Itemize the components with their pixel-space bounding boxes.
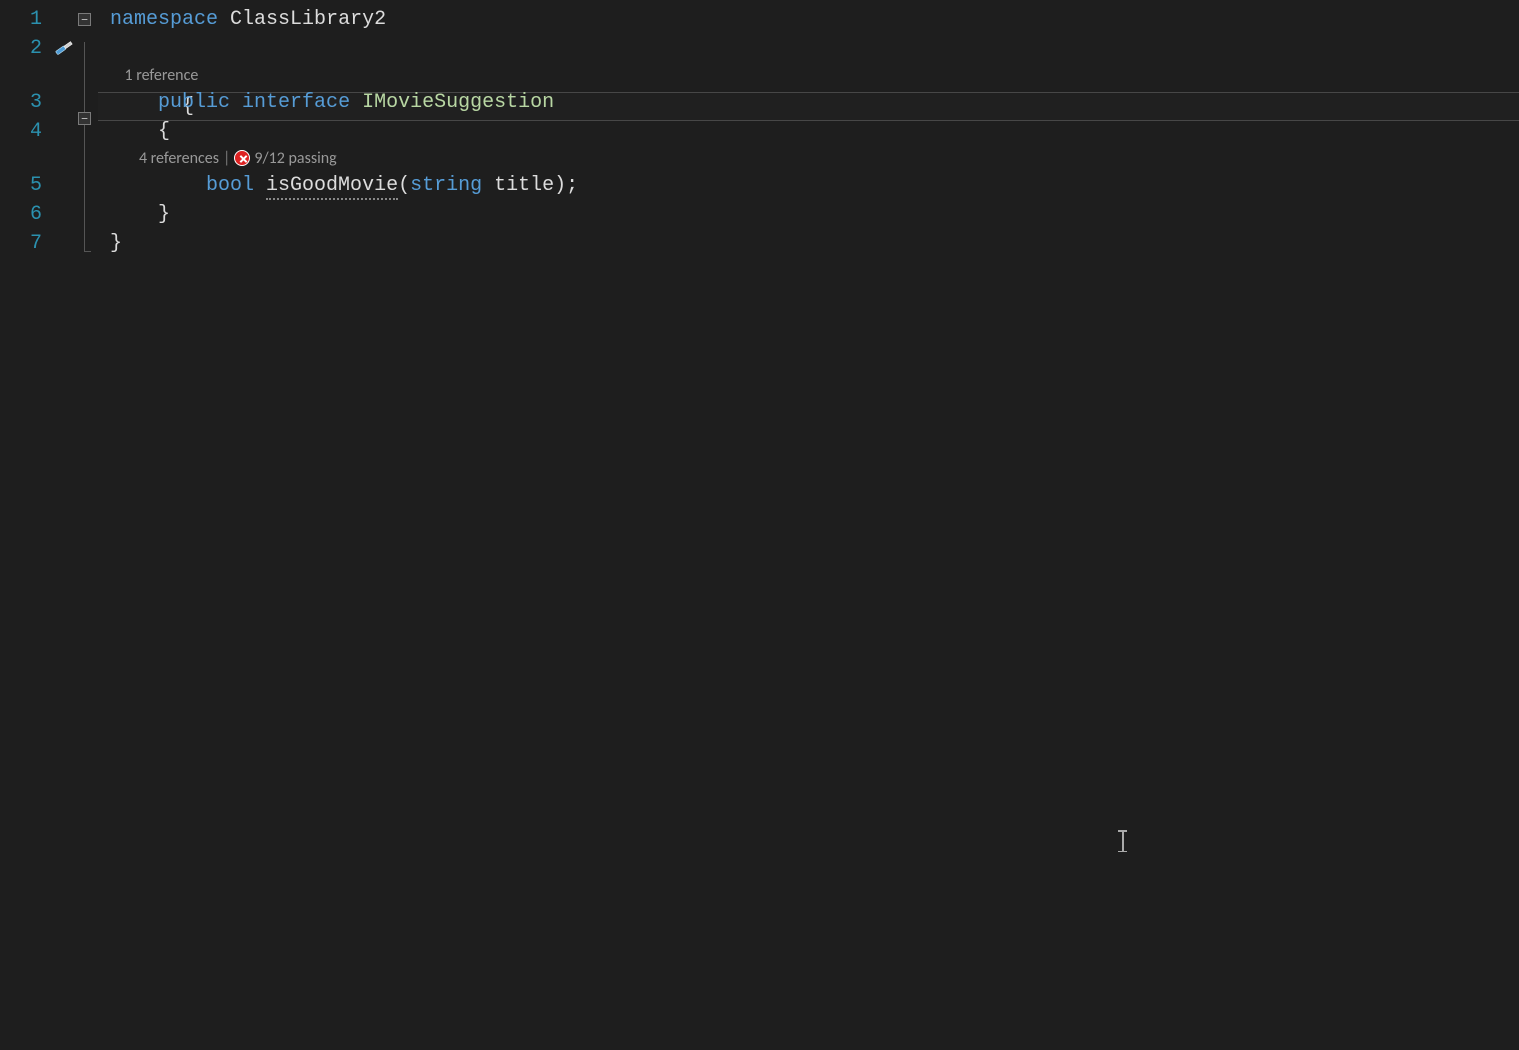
code-editor[interactable]: 1 2 3 4 5 6 7 − −	[0, 0, 1519, 1050]
line-number: 1	[0, 5, 78, 34]
outlining-margin: − −	[78, 0, 98, 1050]
test-fail-icon	[234, 150, 250, 166]
code-line[interactable]: public interface IMovieSuggestion	[98, 88, 1519, 117]
line-number: 7	[0, 229, 78, 258]
line-number: 2	[0, 34, 78, 63]
code-line[interactable]: }	[98, 200, 1519, 229]
brace: {	[158, 120, 170, 143]
punct: );	[554, 174, 578, 197]
codelens-indicator[interactable]: 1 reference	[98, 63, 1519, 88]
keyword: interface	[242, 91, 350, 114]
codelens-references[interactable]: 4 references	[139, 149, 219, 168]
keyword: bool	[206, 174, 254, 197]
method-name: isGoodMovie	[266, 174, 398, 200]
parameter-name: title	[494, 174, 554, 197]
line-number: 6	[0, 200, 78, 229]
keyword: namespace	[110, 8, 218, 31]
code-line[interactable]: {	[98, 34, 1519, 63]
fold-toggle-icon[interactable]: −	[78, 13, 91, 26]
code-line[interactable]: namespace ClassLibrary2	[98, 5, 1519, 34]
keyword: public	[158, 91, 230, 114]
brace: }	[158, 203, 170, 226]
code-line[interactable]: }	[98, 229, 1519, 258]
quick-actions-screwdriver-icon[interactable]	[52, 38, 76, 58]
line-number: 5	[0, 171, 78, 200]
codelens-separator: |	[223, 149, 230, 168]
keyword: string	[410, 174, 482, 197]
brace: }	[110, 232, 122, 255]
line-number: 3	[0, 88, 78, 117]
line-number: 4	[0, 117, 78, 146]
codelens-test-status[interactable]: 9/12 passing	[254, 149, 336, 168]
line-number-gutter: 1 2 3 4 5 6 7	[0, 0, 78, 1050]
codelens-indicator[interactable]: 4 references| 9/12 passing	[98, 146, 1519, 171]
code-line[interactable]: {	[98, 117, 1519, 146]
punct: (	[398, 174, 410, 197]
namespace-name: ClassLibrary2	[230, 8, 386, 31]
fold-toggle-icon[interactable]: −	[78, 112, 91, 125]
text-editor-area[interactable]: namespace ClassLibrary2 { 1 reference pu…	[98, 0, 1519, 1050]
type-name: IMovieSuggestion	[362, 91, 554, 114]
code-line[interactable]: bool isGoodMovie(string title);	[98, 171, 1519, 200]
